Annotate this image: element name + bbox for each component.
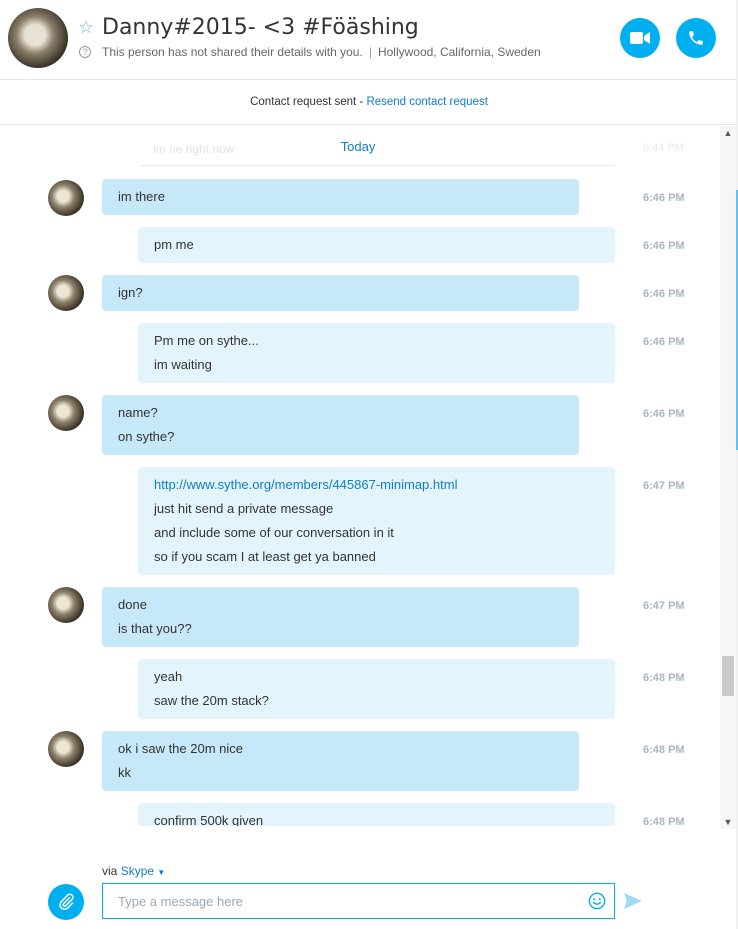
sender-avatar[interactable] [48,587,84,623]
voice-call-button[interactable] [676,18,716,58]
message-timestamp: 6:48 PM [643,816,685,826]
message-link[interactable]: http://www.sythe.org/members/445867-mini… [154,473,599,497]
message-timestamp: 6:46 PM [643,240,685,252]
resend-request-link[interactable]: Resend contact request [366,96,487,108]
via-label: via [102,864,118,878]
sender-avatar[interactable] [48,180,84,216]
message-timestamp: 6:47 PM [643,600,685,612]
message-timestamp: 6:46 PM [643,192,685,204]
caret-down-icon: ▼ [157,868,166,877]
message-text: kk [118,765,131,780]
message-bubble-outgoing[interactable]: Pm me on sythe... im waiting [138,323,615,383]
message-bubble-outgoing[interactable]: yeah saw the 20m stack? [138,659,615,719]
sender-avatar[interactable] [48,395,84,431]
via-service-link[interactable]: Skype ▼ [121,864,166,878]
message-timestamp: 6:46 PM [643,408,685,420]
smiley-icon[interactable] [588,892,606,910]
message-timestamp: 6:46 PM [643,336,685,348]
message-input[interactable] [103,884,573,918]
scroll-down-arrow-icon[interactable]: ▼ [720,815,736,829]
contact-subline: ? This person has not shared their detai… [79,45,541,59]
conversation-header: ☆ Danny#2015- <3 #Föäshing ? This person… [0,0,738,80]
via-service-selector[interactable]: via Skype ▼ [102,864,165,878]
message-text: just hit send a private message [154,501,334,516]
scroll-up-arrow-icon[interactable]: ▲ [720,126,736,140]
message-timestamp: 6:48 PM [643,672,685,684]
message-text: pm me [154,237,194,252]
message-text: name? [118,405,158,420]
message-bubble-incoming[interactable]: done is that you?? [102,587,579,647]
contact-request-bar: Contact request sent - Resend contact re… [0,81,738,125]
video-camera-icon [630,32,650,44]
message-text: confirm 500k given [154,813,264,826]
message-text: on sythe? [118,429,175,444]
day-separator-label: Today [340,139,376,154]
message-bubble-outgoing[interactable]: http://www.sythe.org/members/445867-mini… [138,467,615,575]
separator: | [368,45,372,59]
attach-button[interactable] [48,884,84,920]
chat-scrollbar[interactable]: ▲ ▼ [720,126,736,829]
message-text: so if you scam I at least get ya banned [154,549,376,564]
scrollbar-thumb[interactable] [722,656,734,696]
phone-icon [689,31,703,45]
message-bubble-incoming[interactable]: im there [102,179,579,215]
info-icon: ? [79,46,91,58]
message-text: yeah [154,669,183,684]
message-text: ign? [118,285,143,300]
day-divider [140,165,614,166]
message-bubble-incoming[interactable]: name? on sythe? [102,395,579,455]
message-text: is that you?? [118,621,192,636]
message-text: Pm me on sythe... [154,333,259,348]
contact-name[interactable]: Danny#2015- <3 #Föäshing [102,15,419,40]
message-timestamp: 6:47 PM [643,480,685,492]
message-text: im there [118,189,165,204]
message-history[interactable]: im ne right now 6:44 PM Today im there 6… [0,126,720,826]
request-sent-text: Contact request sent - [250,96,367,108]
message-text: im waiting [154,357,212,372]
message-text: and include some of our conversation in … [154,525,394,540]
message-bubble-incoming[interactable]: ign? [102,275,579,311]
message-text: saw the 20m stack? [154,693,269,708]
paperclip-icon [59,893,74,910]
sender-avatar[interactable] [48,731,84,767]
message-bubble-incoming[interactable]: ok i saw the 20m nice kk [102,731,579,791]
star-icon[interactable]: ☆ [78,17,94,38]
message-input-box[interactable] [102,883,615,919]
message-bubble-outgoing[interactable]: pm me [138,227,615,263]
sender-avatar[interactable] [48,275,84,311]
video-call-button[interactable] [620,18,660,58]
message-text: done [118,597,147,612]
message-bubble-outgoing[interactable]: confirm 500k given [138,803,615,826]
via-service-name: Skype [120,864,155,878]
message-timestamp: 6:48 PM [643,744,685,756]
message-text: ok i saw the 20m nice [118,741,244,756]
contact-info-text: This person has not shared their details… [102,45,363,59]
contact-location: Hollywood, California, Sweden [377,45,541,59]
contact-avatar[interactable] [8,8,68,68]
send-arrow-icon[interactable] [624,893,642,909]
message-timestamp: 6:46 PM [643,288,685,300]
